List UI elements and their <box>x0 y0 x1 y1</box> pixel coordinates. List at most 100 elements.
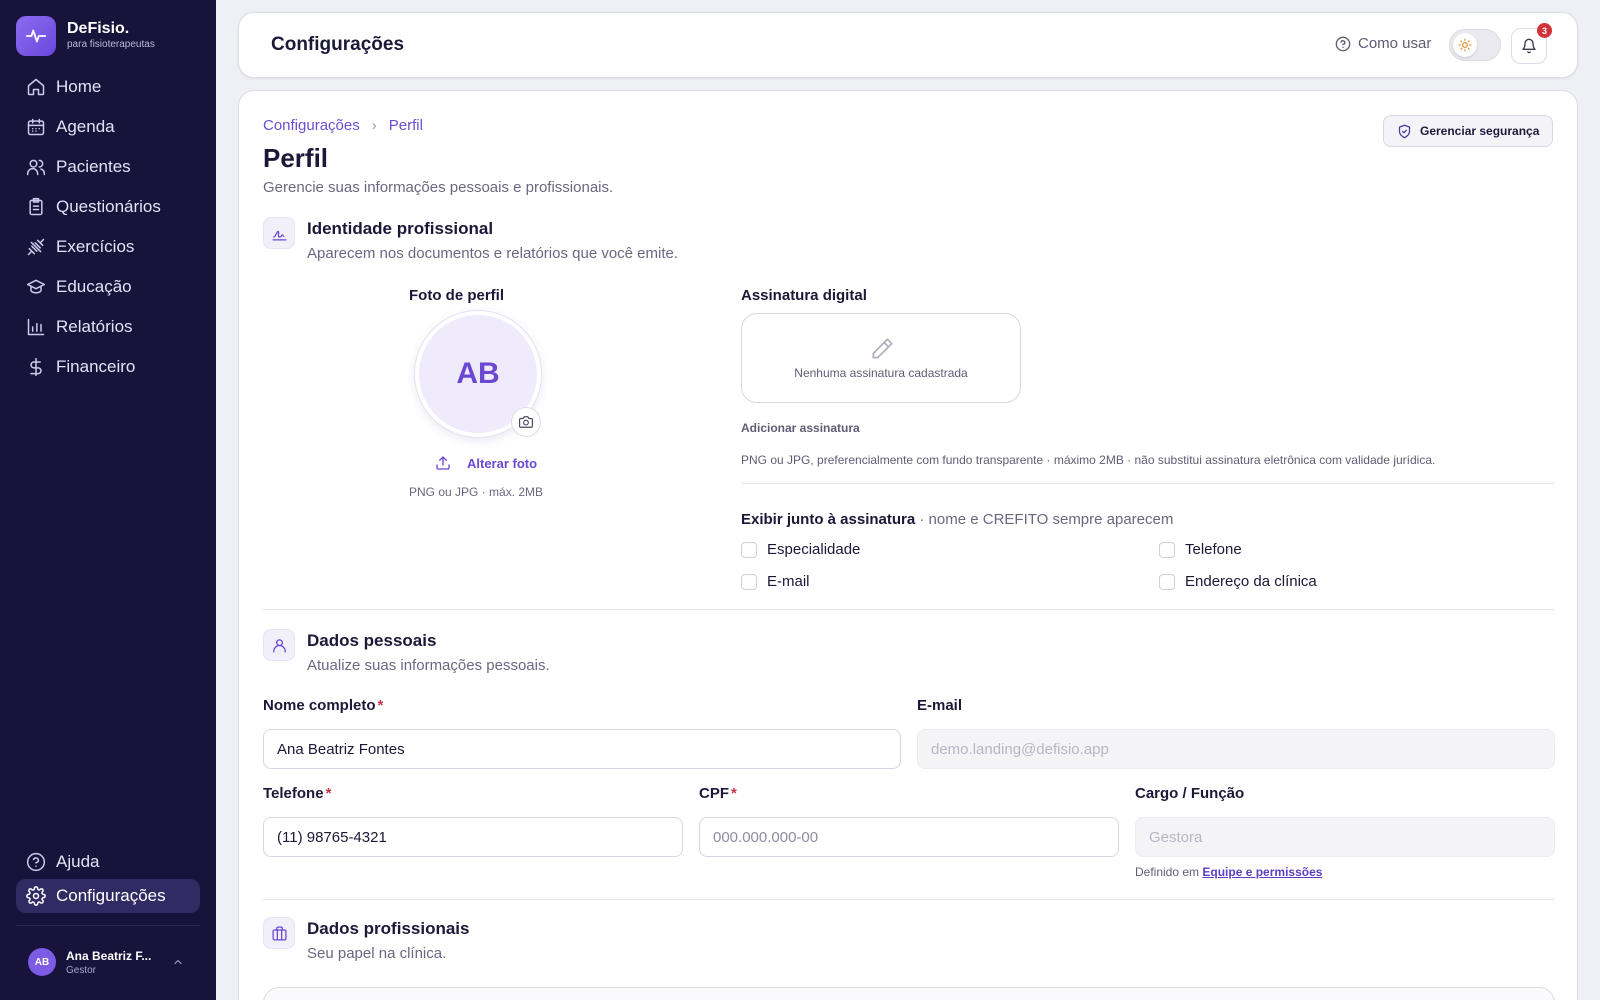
identity-section-title: Identidade profissional <box>307 219 494 238</box>
sidebar-item-exercicios[interactable]: Exercícios <box>16 230 200 264</box>
top-header: Configurações Como usar 3 <box>238 12 1578 78</box>
help-circle-icon <box>26 852 46 872</box>
sidebar-item-pacientes[interactable]: Pacientes <box>16 150 200 184</box>
show-label-note: · nome e CREFITO sempre aparecem <box>915 511 1174 528</box>
sidebar-item-ajuda[interactable]: Ajuda <box>16 845 200 879</box>
team-permissions-link[interactable]: Equipe e permissões <box>1202 865 1322 879</box>
show-label-strong: Exibir junto à assinatura <box>741 511 916 528</box>
sidebar-item-label: Educação <box>56 277 132 296</box>
signature-preview[interactable]: Nenhuma assinatura cadastrada <box>741 313 1021 403</box>
page-subtitle: Gerencie suas informações pessoais e pro… <box>263 179 614 196</box>
divider <box>263 609 1555 610</box>
upload-icon <box>436 456 450 470</box>
sidebar-item-label: Exercícios <box>56 237 135 256</box>
sidebar-item-relatorios[interactable]: Relatórios <box>16 310 200 344</box>
professional-role-field[interactable] <box>263 987 1555 1000</box>
sidebar: DeFisio. para fisioterapeutas Home Agend… <box>0 0 216 1000</box>
pen-icon <box>872 338 893 359</box>
checkbox-box[interactable] <box>741 573 757 590</box>
email-label: E-mail <box>917 697 963 714</box>
identity-section-subtitle: Aparecem nos documentos e relatórios que… <box>307 245 679 262</box>
page-title: Perfil <box>263 143 329 173</box>
theme-toggle[interactable] <box>1449 29 1501 61</box>
email-field[interactable]: demo.landing@defisio.app <box>917 729 1555 769</box>
sidebar-item-label: Pacientes <box>56 157 131 176</box>
avatar: AB <box>28 948 56 976</box>
role-label: Cargo / Função <box>1135 785 1245 802</box>
signature-empty-text: Nenhuma assinatura cadastrada <box>794 366 968 380</box>
divider <box>263 899 1555 900</box>
dollar-icon <box>30 357 42 377</box>
cpf-label-text: CPF <box>699 785 729 802</box>
brand-subtitle: para fisioterapeutas <box>67 39 155 50</box>
sidebar-item-label: Questionários <box>56 197 161 216</box>
phone-input[interactable]: (11) 98765-4321 <box>263 817 683 857</box>
cpf-label: CPF * <box>699 785 737 802</box>
professional-section-title: Dados profissionais <box>307 919 470 938</box>
checkbox-especialidade[interactable]: Especialidade <box>741 541 860 558</box>
user-menu[interactable]: AB Ana Beatriz F... Gestor <box>28 945 188 979</box>
bell-icon <box>1522 38 1536 54</box>
checkbox-box[interactable] <box>741 541 757 558</box>
camera-button[interactable] <box>511 407 541 437</box>
full-name-input[interactable]: Ana Beatriz Fontes <box>263 729 901 769</box>
help-circle-icon <box>1335 36 1351 51</box>
sidebar-bottom-nav: Ajuda Configurações <box>16 845 200 913</box>
signature-hint: PNG ou JPG, preferencialmente com fundo … <box>741 453 1436 467</box>
checkbox-box[interactable] <box>1159 541 1175 558</box>
home-icon <box>27 78 45 96</box>
sidebar-item-financeiro[interactable]: Financeiro <box>16 350 200 384</box>
add-signature-button[interactable]: Adicionar assinatura <box>741 421 860 435</box>
role-help: Definido em Equipe e permissões <box>1135 865 1322 879</box>
profile-card: Configurações › Perfil Perfil Gerencie s… <box>238 90 1578 1000</box>
brand[interactable]: DeFisio. para fisioterapeutas <box>16 16 155 56</box>
manage-security-label: Gerenciar segurança <box>1420 124 1540 138</box>
shield-check-icon <box>1398 124 1411 138</box>
sidebar-divider <box>16 925 200 926</box>
clipboard-icon <box>29 197 43 216</box>
briefcase-icon <box>263 917 295 949</box>
role-help-text: Definido em <box>1135 865 1203 879</box>
bar-chart-icon <box>27 318 45 336</box>
sidebar-item-label: Relatórios <box>56 317 133 336</box>
graduation-cap-icon <box>26 279 46 294</box>
name-label-text: Nome completo <box>263 697 376 714</box>
sidebar-nav: Home Agenda Pacientes Questionários Exer… <box>16 70 200 390</box>
breadcrumb-root[interactable]: Configurações <box>263 117 360 134</box>
personal-section-subtitle: Atualize suas informações pessoais. <box>307 657 550 674</box>
divider <box>741 483 1555 484</box>
sidebar-item-label: Agenda <box>56 117 115 136</box>
notifications-button[interactable]: 3 <box>1511 23 1552 64</box>
chevron-right-icon: › <box>371 117 377 134</box>
manage-security-button[interactable]: Gerenciar segurança <box>1383 115 1554 147</box>
header-title: Configurações <box>271 34 405 55</box>
checkbox-endereco[interactable]: Endereço da clínica <box>1159 573 1317 590</box>
professional-section-subtitle: Seu papel na clínica. <box>307 945 447 962</box>
checkbox-email[interactable]: E-mail <box>741 573 810 590</box>
photo-label: Foto de perfil <box>409 287 504 304</box>
checkbox-label: Especialidade <box>767 541 861 558</box>
signature-icon <box>263 217 295 249</box>
name-label: Nome completo * <box>263 697 383 714</box>
breadcrumb-current[interactable]: Perfil <box>389 117 423 134</box>
cpf-input[interactable]: 000.000.000-00 <box>699 817 1119 857</box>
user-icon <box>263 629 295 661</box>
sidebar-item-home[interactable]: Home <box>16 70 200 104</box>
sidebar-item-questionarios[interactable]: Questionários <box>16 190 200 224</box>
checkbox-box[interactable] <box>1159 573 1175 590</box>
sidebar-item-educacao[interactable]: Educação <box>16 270 200 304</box>
phone-label-text: Telefone <box>263 785 324 802</box>
checkbox-telefone[interactable]: Telefone <box>1159 541 1242 558</box>
sidebar-item-configuracoes[interactable]: Configurações <box>16 879 200 913</box>
sidebar-item-agenda[interactable]: Agenda <box>16 110 200 144</box>
sidebar-item-label: Configurações <box>56 886 166 905</box>
change-photo-button[interactable]: Alterar foto <box>435 455 537 471</box>
personal-section-title: Dados pessoais <box>307 631 437 650</box>
gear-icon <box>26 886 46 906</box>
required-marker: * <box>325 785 332 802</box>
change-photo-label: Alterar foto <box>467 455 538 471</box>
help-link-label: Como usar <box>1358 35 1432 52</box>
help-link[interactable]: Como usar <box>1335 35 1431 52</box>
role-field[interactable]: Gestora <box>1135 817 1555 857</box>
users-icon <box>26 159 46 176</box>
